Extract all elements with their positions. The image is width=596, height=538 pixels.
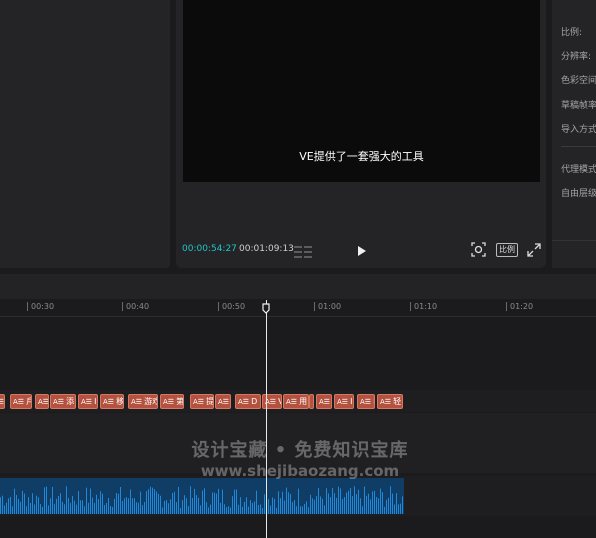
audio-waveform (0, 486, 403, 514)
subtitle-clip[interactable]: A☰ 轻 (377, 394, 403, 409)
current-timecode: 00:00:54:27 (182, 244, 237, 254)
properties-divider (561, 146, 596, 147)
watermark-line-1: 设计宝藏 • 免费知识宝库 (191, 440, 409, 461)
subtitle-clip[interactable]: A☰ (215, 394, 231, 409)
ratio-button[interactable]: 比例 (496, 243, 518, 257)
playhead-line (266, 300, 267, 538)
subtitle-clip[interactable]: A☰戶 (10, 394, 32, 409)
timeline-toolbar (0, 274, 596, 299)
prop-label-ratio: 比例: (561, 28, 583, 38)
subtitle-clip[interactable]: A☰I (78, 394, 98, 409)
subtitle-clip[interactable]: A☰游戏 (128, 394, 158, 409)
time-ruler[interactable]: 00:30 00:40 00:50 01:00 01:10 01:20 (0, 300, 596, 317)
prop-label-free-layer: 自由层级 (561, 189, 596, 199)
properties-panel: 比例: 分辨率: 色彩空间 草稿帧率 导入方式 代理模式 自由层级 (552, 0, 596, 268)
subtitle-clip[interactable]: A☰ (316, 394, 332, 409)
ruler-tick: 00:40 (122, 302, 149, 311)
prop-label-color-space: 色彩空间 (561, 76, 596, 86)
properties-footer (552, 240, 596, 269)
fullscreen-icon[interactable] (527, 242, 541, 257)
grid-icon[interactable] (294, 243, 312, 258)
watermark: 设计宝藏 • 免费知识宝库 www.shejibaozang.com (185, 436, 415, 480)
subtitle-clip[interactable]: A☰ (0, 394, 5, 409)
playhead-handle[interactable] (262, 299, 270, 314)
prop-label-import-mode: 导入方式 (561, 125, 596, 135)
media-panel (0, 0, 170, 268)
ruler-tick: 00:30 (27, 302, 54, 311)
subtitle-clip[interactable]: A☰I (35, 394, 49, 409)
subtitle-clip[interactable]: A☰ D (235, 394, 261, 409)
subtitle-overlay[interactable]: VE提供了一套强大的工具 (183, 148, 540, 164)
prop-label-frame-rate: 草稿帧率 (561, 101, 596, 111)
ruler-tick: 01:20 (506, 302, 533, 311)
audio-clip[interactable] (0, 478, 404, 514)
watermark-line-2: www.shejibaozang.com (200, 462, 400, 480)
ruler-tick: 00:50 (218, 302, 245, 311)
ruler-tick: 01:00 (314, 302, 341, 311)
scope-icon[interactable] (471, 242, 486, 257)
prop-label-proxy-mode: 代理模式 (561, 165, 596, 175)
subtitle-clip[interactable]: A☰V (262, 394, 282, 409)
subtitle-clip[interactable]: A☰I (357, 394, 375, 409)
ruler-tick: 01:10 (410, 302, 437, 311)
subtitle-clip[interactable]: A☰ 移 (100, 394, 124, 409)
subtitle-clip[interactable]: A☰ 用 (283, 394, 309, 409)
play-button[interactable] (354, 243, 368, 257)
subtitle-clip[interactable] (309, 394, 314, 409)
subtitle-clip[interactable]: A☰ 第 (160, 394, 184, 409)
play-icon (358, 246, 366, 256)
subtitle-clip[interactable]: A☰ 添 (50, 394, 76, 409)
total-timecode: 00:01:09:13 (239, 244, 294, 254)
subtitle-clip[interactable]: A☰I (334, 394, 354, 409)
prop-label-resolution: 分辨率: (561, 52, 592, 62)
subtitle-clip[interactable]: A☰ 提 (190, 394, 214, 409)
